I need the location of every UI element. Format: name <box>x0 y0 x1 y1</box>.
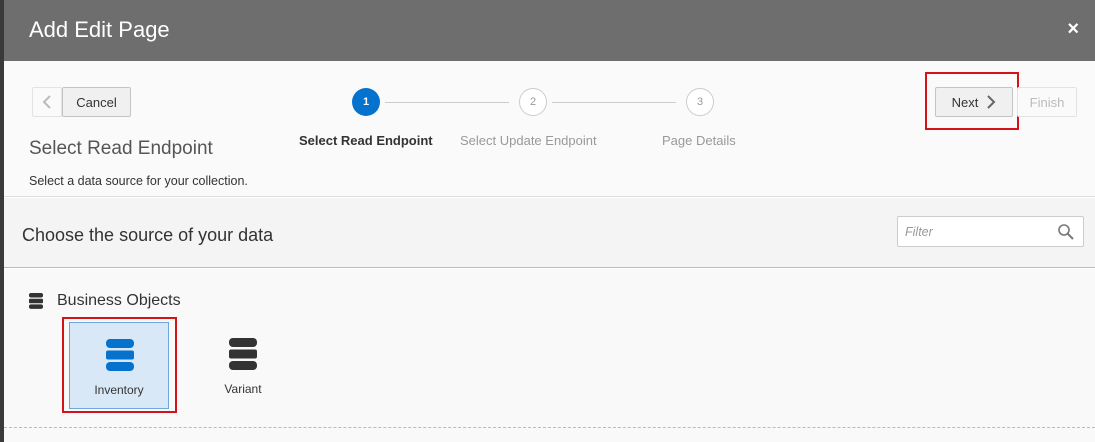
close-icon[interactable]: × <box>1067 19 1079 39</box>
cancel-button[interactable]: Cancel <box>62 87 131 117</box>
database-icon <box>106 339 134 371</box>
business-object-tile-variant[interactable]: Variant <box>193 322 293 409</box>
tile-label: Inventory <box>94 383 144 397</box>
search-icon[interactable] <box>1057 223 1075 241</box>
chevron-left-icon <box>42 95 51 109</box>
source-title: Choose the source of your data <box>22 225 274 245</box>
train-stop-3[interactable]: 3 <box>686 88 714 116</box>
next-button-label: Next <box>951 94 979 110</box>
train-connector <box>552 102 676 103</box>
section-divider <box>4 427 1095 428</box>
train-connector <box>385 102 509 103</box>
finish-button[interactable]: Finish <box>1017 87 1077 117</box>
train-stop-label-1: Select Read Endpoint <box>299 133 433 148</box>
business-objects-section: Business Objects Inventory Variant <box>4 269 1095 442</box>
business-objects-heading: Business Objects <box>57 292 181 309</box>
train-stop-label-3: Page Details <box>662 133 736 148</box>
dialog-titlebar: Add Edit Page × <box>4 0 1095 61</box>
database-icon <box>29 293 43 309</box>
train-stop-2[interactable]: 2 <box>519 88 547 116</box>
database-icon <box>229 338 257 370</box>
previous-button[interactable] <box>32 87 62 117</box>
tile-label: Variant <box>224 382 262 396</box>
source-bar: Choose the source of your data <box>4 198 1095 268</box>
step-description: Select a data source for your collection… <box>29 174 248 188</box>
dialog-title: Add Edit Page <box>29 17 170 42</box>
business-objects-header: Business Objects <box>29 292 181 310</box>
chevron-right-icon <box>987 95 996 109</box>
train-stop-label-2: Select Update Endpoint <box>460 133 597 148</box>
add-edit-page-dialog: Add Edit Page × Cancel Select Read Endpo… <box>4 0 1095 442</box>
filter-field <box>897 216 1084 247</box>
business-object-tile-inventory[interactable]: Inventory <box>69 322 169 409</box>
train-stop-1[interactable]: 1 <box>352 88 380 116</box>
next-button[interactable]: Next <box>935 87 1013 117</box>
wizard-header: Cancel Select Read Endpoint Select a dat… <box>4 61 1095 197</box>
filter-input[interactable] <box>898 217 1048 246</box>
step-title: Select Read Endpoint <box>29 138 213 159</box>
